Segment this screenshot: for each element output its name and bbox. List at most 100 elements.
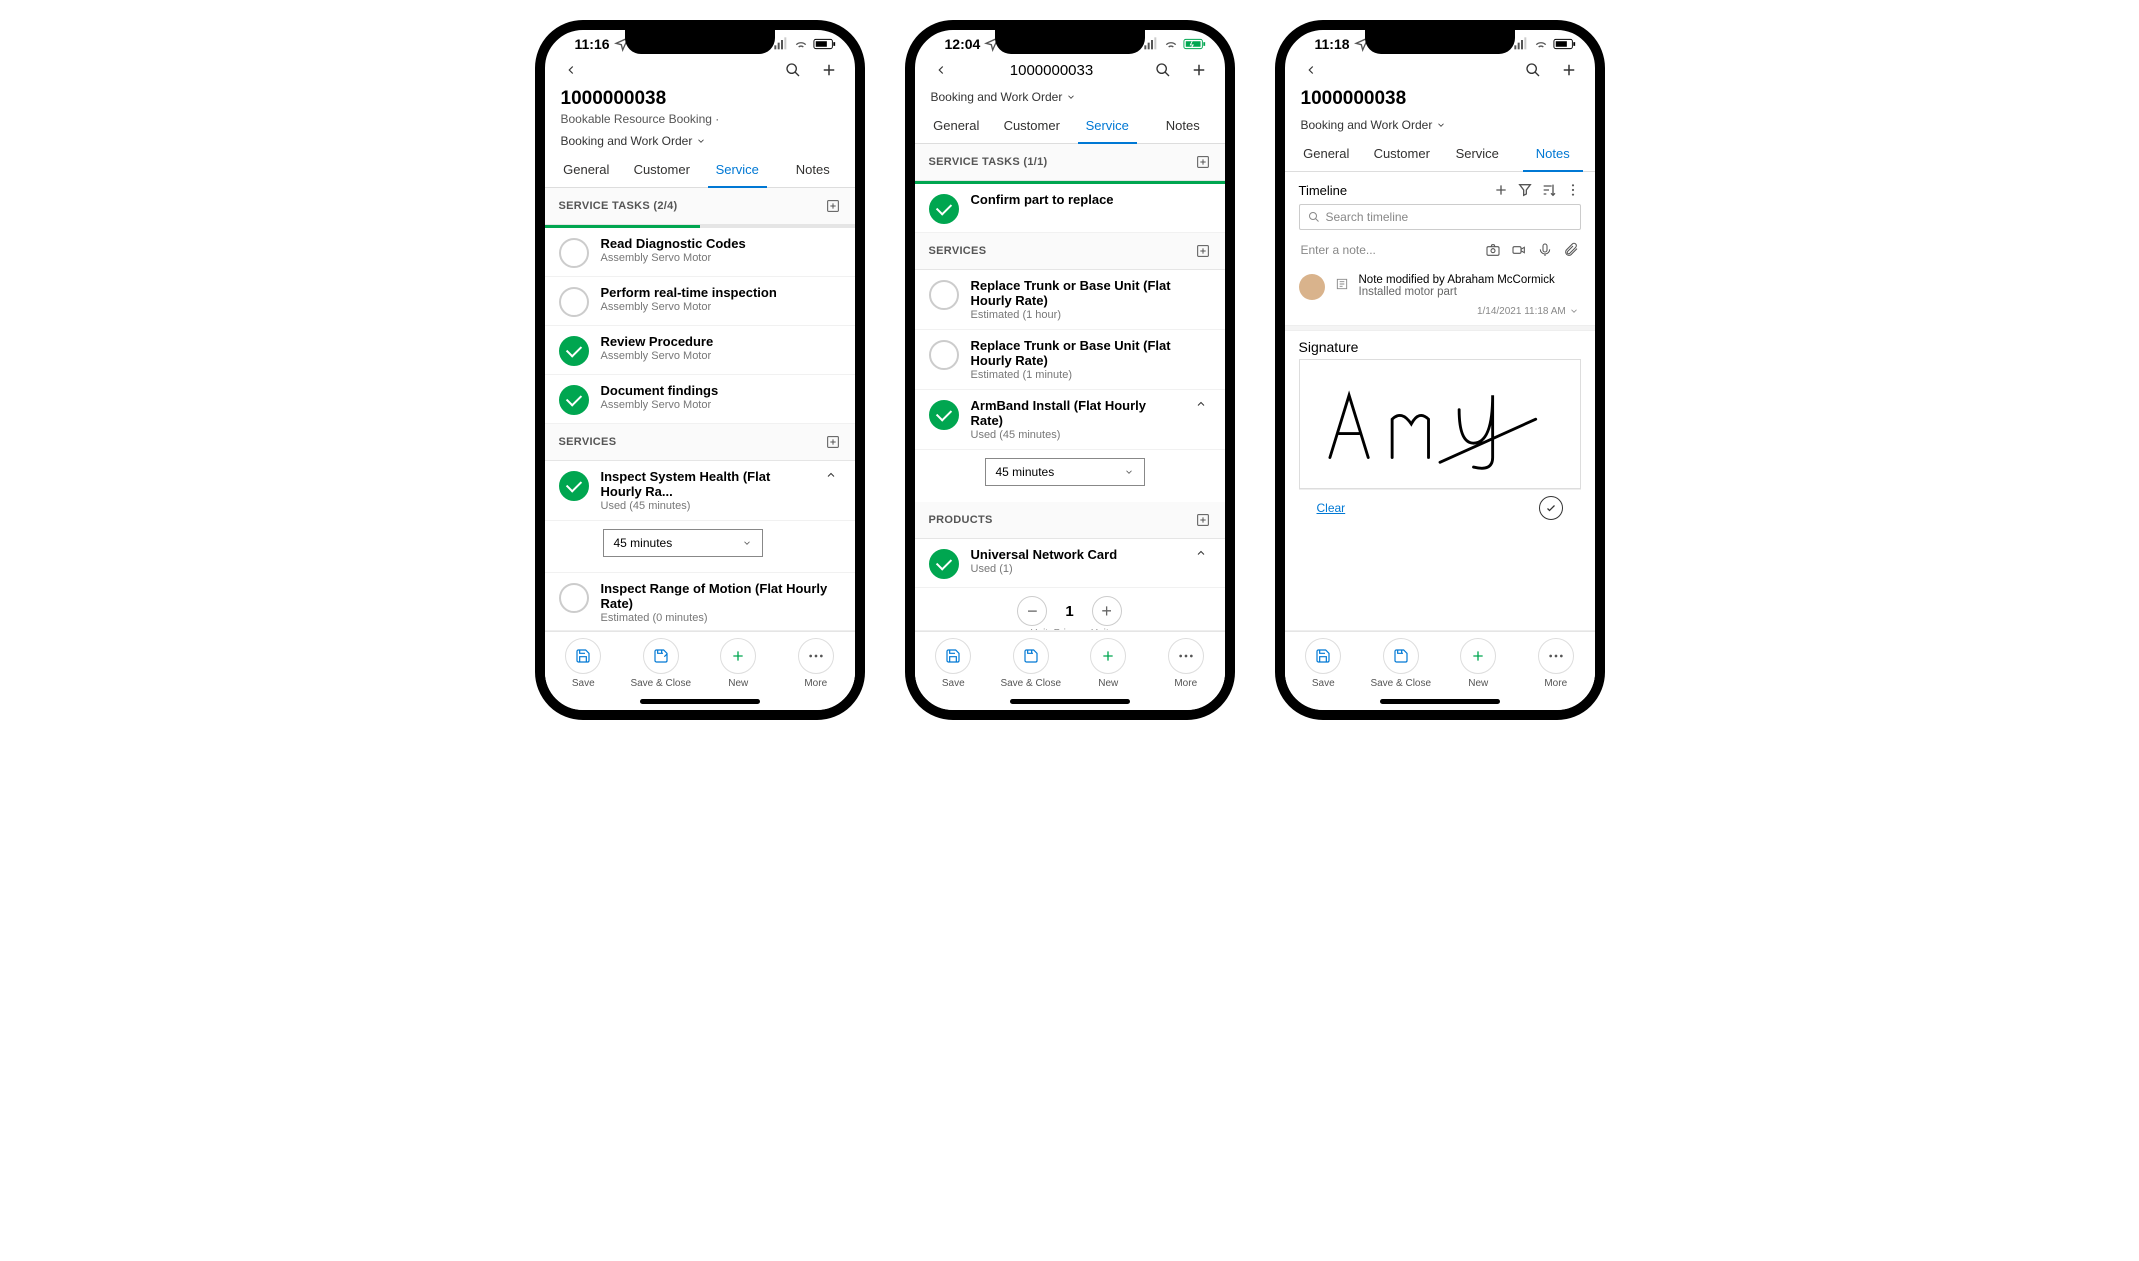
qty-increase[interactable]: + <box>1092 596 1122 626</box>
tab-notes[interactable]: Notes <box>775 152 851 187</box>
tab-service[interactable]: Service <box>700 152 776 187</box>
form-selector[interactable]: Booking and Work Order <box>1285 114 1595 136</box>
new-button[interactable]: New <box>700 638 778 689</box>
qty-decrease[interactable]: − <box>1017 596 1047 626</box>
sort-icon[interactable] <box>1541 182 1557 198</box>
new-button[interactable]: New <box>1440 638 1518 689</box>
tab-customer[interactable]: Customer <box>624 152 700 187</box>
task-item[interactable]: Perform real-time inspection Assembly Se… <box>545 277 855 326</box>
expand-toggle[interactable] <box>1191 398 1211 410</box>
add-product-icon[interactable] <box>1195 512 1211 528</box>
tab-notes[interactable]: Notes <box>1515 136 1591 171</box>
back-button[interactable] <box>559 58 583 82</box>
task-checkbox[interactable] <box>559 385 589 415</box>
save-close-button[interactable]: Save & Close <box>622 638 700 689</box>
service-checkbox[interactable] <box>929 340 959 370</box>
task-checkbox[interactable] <box>559 238 589 268</box>
bottom-bar-wrap: Save Save & Close New More <box>1285 630 1595 710</box>
save-button[interactable]: Save <box>915 638 993 689</box>
content-scroll[interactable]: SERVICE TASKS (2/4) Read Diagnostic Code… <box>545 188 855 630</box>
save-button[interactable]: Save <box>1285 638 1363 689</box>
task-item[interactable]: Confirm part to replace <box>915 184 1225 233</box>
filter-icon[interactable] <box>1517 182 1533 198</box>
video-icon[interactable] <box>1511 242 1527 258</box>
search-button[interactable] <box>1151 58 1175 82</box>
back-button[interactable] <box>929 58 953 82</box>
tab-general[interactable]: General <box>549 152 625 187</box>
attach-icon[interactable] <box>1563 242 1579 258</box>
service-item[interactable]: Inspect Range of Motion (Flat Hourly Rat… <box>545 573 855 630</box>
save-icon <box>945 648 961 664</box>
more-button[interactable]: More <box>777 638 855 689</box>
new-button[interactable]: New <box>1070 638 1148 689</box>
search-button[interactable] <box>1521 58 1545 82</box>
task-item[interactable]: Read Diagnostic Codes Assembly Servo Mot… <box>545 228 855 277</box>
tab-notes[interactable]: Notes <box>1145 108 1221 143</box>
add-button[interactable] <box>817 58 841 82</box>
confirm-signature[interactable] <box>1539 496 1563 520</box>
tab-general[interactable]: General <box>1289 136 1365 171</box>
add-task-icon[interactable] <box>825 198 841 214</box>
mic-icon[interactable] <box>1537 242 1553 258</box>
timeline-search[interactable]: Search timeline <box>1299 204 1581 230</box>
note-icon <box>1335 277 1349 291</box>
task-item[interactable]: Review Procedure Assembly Servo Motor <box>545 326 855 375</box>
form-selector[interactable]: Booking and Work Order <box>545 130 855 152</box>
content-scroll[interactable]: SERVICE TASKS (1/1) Confirm part to repl… <box>915 144 1225 630</box>
service-checkbox[interactable] <box>929 280 959 310</box>
save-close-button[interactable]: Save & Close <box>1362 638 1440 689</box>
note-input[interactable]: Enter a note... <box>1299 238 1581 262</box>
service-checkbox[interactable] <box>929 400 959 430</box>
camera-icon[interactable] <box>1485 242 1501 258</box>
service-item[interactable]: Replace Trunk or Base Unit (Flat Hourly … <box>915 330 1225 390</box>
task-checkbox[interactable] <box>559 336 589 366</box>
more-button[interactable]: More <box>1517 638 1595 689</box>
tab-service[interactable]: Service <box>1440 136 1516 171</box>
tab-general[interactable]: General <box>919 108 995 143</box>
task-checkbox[interactable] <box>559 287 589 317</box>
save-button[interactable]: Save <box>545 638 623 689</box>
timeline-entry[interactable]: Note modified by Abraham McCormick Insta… <box>1285 270 1595 304</box>
content-scroll[interactable]: Timeline Search timeline Enter a note...… <box>1285 172 1595 630</box>
save-close-button[interactable]: Save & Close <box>992 638 1070 689</box>
clear-signature[interactable]: Clear <box>1317 501 1346 515</box>
task-checkbox[interactable] <box>929 194 959 224</box>
home-indicator[interactable] <box>640 699 760 704</box>
product-item[interactable]: Universal Network Card Used (1) <box>915 539 1225 588</box>
form-selector[interactable]: Booking and Work Order <box>915 86 1225 108</box>
tab-service[interactable]: Service <box>1070 108 1146 143</box>
tabs: General Customer Service Notes <box>1285 136 1595 172</box>
add-task-icon[interactable] <box>1195 154 1211 170</box>
service-item[interactable]: Replace Trunk or Base Unit (Flat Hourly … <box>915 270 1225 330</box>
bottom-bar: Save Save & Close New More <box>1285 631 1595 699</box>
home-indicator[interactable] <box>1380 699 1500 704</box>
service-item[interactable]: Inspect System Health (Flat Hourly Ra...… <box>545 461 855 521</box>
service-item[interactable]: ArmBand Install (Flat Hourly Rate) Used … <box>915 390 1225 450</box>
timeline-add-icon[interactable] <box>1493 182 1509 198</box>
more-button[interactable]: More <box>1147 638 1225 689</box>
search-button[interactable] <box>781 58 805 82</box>
tab-customer[interactable]: Customer <box>1364 136 1440 171</box>
signature-pad[interactable] <box>1299 359 1581 489</box>
add-button[interactable] <box>1557 58 1581 82</box>
duration-dropdown[interactable]: 45 minutes <box>603 529 763 557</box>
service-checkbox[interactable] <box>559 583 589 613</box>
expand-toggle[interactable] <box>821 469 841 481</box>
expand-toggle[interactable] <box>1191 547 1211 559</box>
chevron-down-icon[interactable] <box>1569 306 1579 316</box>
add-service-icon[interactable] <box>1195 243 1211 259</box>
back-button[interactable] <box>1299 58 1323 82</box>
home-indicator[interactable] <box>1010 699 1130 704</box>
add-service-icon[interactable] <box>825 434 841 450</box>
save-close-icon <box>1023 648 1039 664</box>
add-button[interactable] <box>1187 58 1211 82</box>
battery-charging-icon <box>1183 38 1207 50</box>
duration-dropdown[interactable]: 45 minutes <box>985 458 1145 486</box>
task-item[interactable]: Document findings Assembly Servo Motor <box>545 375 855 424</box>
tab-customer[interactable]: Customer <box>994 108 1070 143</box>
service-checkbox[interactable] <box>559 471 589 501</box>
nav-header <box>545 54 855 86</box>
more-vertical-icon[interactable] <box>1565 182 1581 198</box>
product-checkbox[interactable] <box>929 549 959 579</box>
bottom-bar-wrap: Save Save & Close New More <box>545 630 855 710</box>
